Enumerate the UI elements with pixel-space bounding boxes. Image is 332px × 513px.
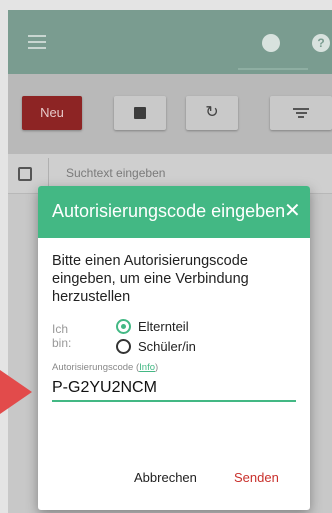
role-label: Ich bin: (52, 322, 72, 350)
reload-icon: ↻ (205, 104, 219, 121)
auth-code-dialog: Autorisierungscode eingeben ✕ Bitte eine… (38, 186, 310, 510)
dialog-title: Autorisierungscode eingeben (52, 201, 286, 221)
app-frame: ? Neu ↻ Suchtext eingeben Autorisierungs… (0, 0, 332, 513)
dialog-header: Autorisierungscode eingeben ✕ (38, 186, 310, 238)
filter-icon (293, 106, 309, 120)
pointer-arrow-icon (0, 370, 32, 414)
reload-button[interactable]: ↻ (186, 96, 238, 130)
radio-checked-icon (116, 319, 131, 334)
close-icon[interactable]: ✕ (284, 200, 301, 222)
code-label-prefix: Autorisierungscode ( (52, 362, 140, 373)
filter-button[interactable] (270, 96, 332, 130)
dialog-message: Bitte einen Autorisierungscode eingeben,… (52, 253, 249, 305)
search-input[interactable]: Suchtext eingeben (66, 166, 165, 180)
auth-code-input[interactable] (52, 376, 296, 402)
new-button[interactable]: Neu (22, 96, 82, 130)
cancel-button[interactable]: Abbrechen (134, 470, 197, 485)
archive-button[interactable] (114, 96, 166, 130)
header-indicator (238, 68, 308, 70)
code-field-label: Autorisierungscode (Info) (52, 362, 158, 373)
send-button[interactable]: Senden (234, 470, 279, 485)
app-header: ? (8, 10, 332, 74)
code-label-suffix: ) (155, 362, 159, 373)
archive-icon (134, 106, 146, 119)
select-all-checkbox[interactable] (18, 167, 32, 181)
toolbar: Neu ↻ (8, 74, 332, 154)
account-icon[interactable] (262, 34, 280, 52)
help-icon[interactable]: ? (312, 34, 330, 52)
info-link[interactable]: Info (139, 362, 155, 373)
radio-parent-label: Elternteil (138, 319, 189, 334)
radio-unchecked-icon (116, 339, 131, 354)
menu-icon[interactable] (28, 35, 46, 49)
radio-student-label: Schüler/in (138, 339, 196, 354)
